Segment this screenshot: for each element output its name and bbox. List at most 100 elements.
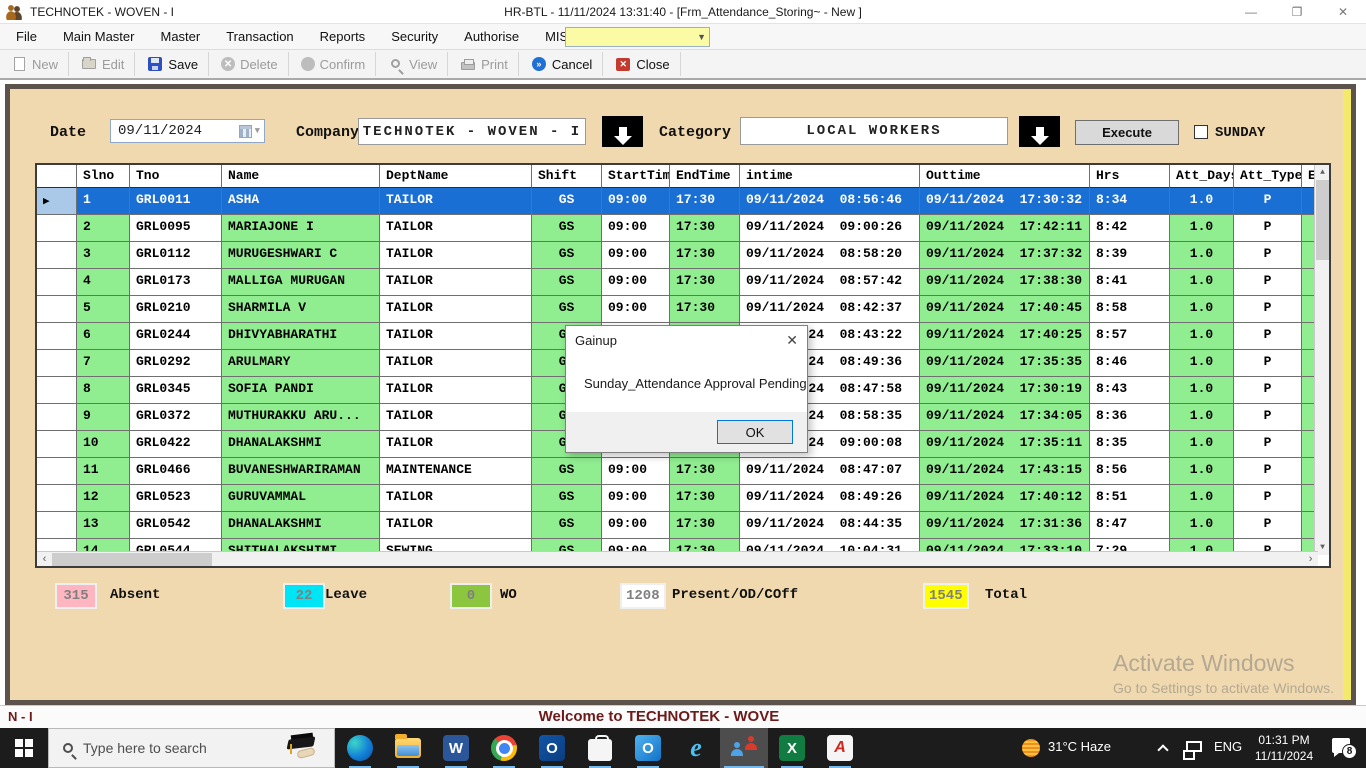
grid-cell[interactable]: TAILOR [380, 350, 532, 377]
grid-cell[interactable]: 09:00 [602, 458, 670, 485]
grid-cell[interactable]: TAILOR [380, 269, 532, 296]
grid-cell[interactable]: 09/11/2024 09:00:26 [740, 215, 920, 242]
grid-cell[interactable]: GRL0345 [130, 377, 222, 404]
horizontal-scrollbar[interactable]: ‹ › [37, 551, 1318, 566]
grid-cell[interactable]: 1.0 [1170, 350, 1234, 377]
grid-cell[interactable]: P [1234, 377, 1302, 404]
menu-master[interactable]: Master [147, 24, 213, 50]
grid-cell[interactable]: 1.0 [1170, 431, 1234, 458]
ok-button[interactable]: OK [717, 420, 793, 444]
grid-cell[interactable]: 09/11/2024 17:40:25 [920, 323, 1090, 350]
grid-cell[interactable]: GS [532, 188, 602, 215]
grid-cell[interactable]: GS [532, 458, 602, 485]
column-header[interactable]: Shift [532, 165, 602, 188]
row-selector[interactable] [37, 404, 77, 431]
grid-cell[interactable]: 09/11/2024 17:42:11 [920, 215, 1090, 242]
minimize-button[interactable]: — [1228, 0, 1274, 24]
grid-cell[interactable]: 7 [77, 350, 130, 377]
grid-cell[interactable]: MAINTENANCE [380, 458, 532, 485]
row-selector[interactable] [37, 431, 77, 458]
menu-search-combobox[interactable]: ▼ [565, 27, 710, 47]
grid-cell[interactable]: GS [532, 296, 602, 323]
grid-cell[interactable]: MUTHURAKKU ARU... [222, 404, 380, 431]
grid-cell[interactable]: P [1234, 485, 1302, 512]
grid-cell[interactable]: TAILOR [380, 215, 532, 242]
row-selector[interactable] [37, 269, 77, 296]
grid-cell[interactable]: 1.0 [1170, 458, 1234, 485]
grid-cell[interactable]: 09/11/2024 17:30:19 [920, 377, 1090, 404]
grid-cell[interactable]: TAILOR [380, 188, 532, 215]
scroll-right-icon[interactable]: › [1303, 552, 1318, 567]
grid-cell[interactable]: 17:30 [670, 215, 740, 242]
table-row[interactable]: 5GRL0210SHARMILA VTAILORGS09:0017:3009/1… [37, 296, 1318, 323]
grid-cell[interactable]: P [1234, 269, 1302, 296]
grid-cell[interactable]: 1.0 [1170, 269, 1234, 296]
grid-cell[interactable]: 09/11/2024 17:34:05 [920, 404, 1090, 431]
weather-haze-icon[interactable] [1022, 739, 1040, 757]
grid-cell[interactable]: GRL0244 [130, 323, 222, 350]
chevron-down-icon[interactable]: ▼ [255, 126, 260, 136]
column-header[interactable]: Att_Type [1234, 165, 1302, 188]
graduation-cap-icon[interactable] [288, 736, 318, 762]
grid-cell[interactable]: TAILOR [380, 323, 532, 350]
grid-cell[interactable]: 8:39 [1090, 242, 1170, 269]
table-row[interactable]: 4GRL0173MALLIGA MURUGANTAILORGS09:0017:3… [37, 269, 1318, 296]
grid-cell[interactable]: P [1234, 404, 1302, 431]
grid-corner[interactable] [37, 165, 77, 188]
taskbar-chrome-icon[interactable] [480, 728, 528, 768]
taskbar-edge-icon[interactable] [336, 728, 384, 768]
table-row[interactable]: 12GRL0523GURUVAMMALTAILORGS09:0017:3009/… [37, 485, 1318, 512]
grid-cell[interactable]: 09/11/2024 17:31:36 [920, 512, 1090, 539]
grid-cell[interactable]: DHIVYABHARATHI [222, 323, 380, 350]
column-header[interactable]: intime [740, 165, 920, 188]
category-dropdown-button[interactable] [1019, 116, 1060, 147]
save-button[interactable]: Save [137, 52, 209, 76]
grid-cell[interactable]: MALLIGA MURUGAN [222, 269, 380, 296]
row-selector[interactable] [37, 296, 77, 323]
horizontal-scroll-thumb[interactable] [52, 553, 212, 566]
grid-cell[interactable]: 2 [77, 215, 130, 242]
grid-cell[interactable]: 09:00 [602, 242, 670, 269]
taskbar-people-app-icon[interactable] [720, 728, 768, 768]
column-header[interactable]: Tno [130, 165, 222, 188]
grid-cell[interactable]: GS [532, 269, 602, 296]
menu-file[interactable]: File [0, 24, 50, 50]
grid-cell[interactable]: GRL0422 [130, 431, 222, 458]
delete-button[interactable]: ✕Delete [211, 52, 289, 76]
grid-cell[interactable]: 8:57 [1090, 323, 1170, 350]
column-header[interactable]: Hrs [1090, 165, 1170, 188]
grid-cell[interactable]: 8:47 [1090, 512, 1170, 539]
grid-cell[interactable]: TAILOR [380, 242, 532, 269]
grid-cell[interactable]: DHANALAKSHMI [222, 431, 380, 458]
grid-cell[interactable]: 8:34 [1090, 188, 1170, 215]
grid-cell[interactable]: 09/11/2024 17:30:32 [920, 188, 1090, 215]
grid-cell[interactable]: GRL0372 [130, 404, 222, 431]
column-header[interactable]: Name [222, 165, 380, 188]
grid-cell[interactable]: 1.0 [1170, 377, 1234, 404]
grid-cell[interactable]: P [1234, 350, 1302, 377]
row-selector[interactable] [37, 350, 77, 377]
grid-cell[interactable]: 09:00 [602, 215, 670, 242]
grid-cell[interactable]: P [1234, 512, 1302, 539]
grid-cell[interactable]: GRL0466 [130, 458, 222, 485]
grid-cell[interactable]: 8:46 [1090, 350, 1170, 377]
grid-cell[interactable]: GRL0542 [130, 512, 222, 539]
grid-cell[interactable]: GRL0011 [130, 188, 222, 215]
grid-cell[interactable]: 1 [77, 188, 130, 215]
view-button[interactable]: View [378, 52, 448, 76]
grid-cell[interactable]: 09/11/2024 17:38:30 [920, 269, 1090, 296]
grid-cell[interactable]: 6 [77, 323, 130, 350]
row-selector[interactable] [37, 242, 77, 269]
grid-cell[interactable]: 8:58 [1090, 296, 1170, 323]
grid-cell[interactable]: 8 [77, 377, 130, 404]
start-button[interactable] [0, 728, 48, 768]
column-header[interactable]: Att_Days [1170, 165, 1234, 188]
taskbar-outlook-icon[interactable]: O [528, 728, 576, 768]
tray-chevron-up-icon[interactable] [1157, 744, 1168, 755]
grid-cell[interactable]: 1.0 [1170, 323, 1234, 350]
sunday-checkbox[interactable] [1194, 125, 1208, 139]
menu-reports[interactable]: Reports [307, 24, 379, 50]
grid-cell[interactable]: P [1234, 323, 1302, 350]
grid-cell[interactable]: 1.0 [1170, 512, 1234, 539]
grid-cell[interactable]: 17:30 [670, 485, 740, 512]
